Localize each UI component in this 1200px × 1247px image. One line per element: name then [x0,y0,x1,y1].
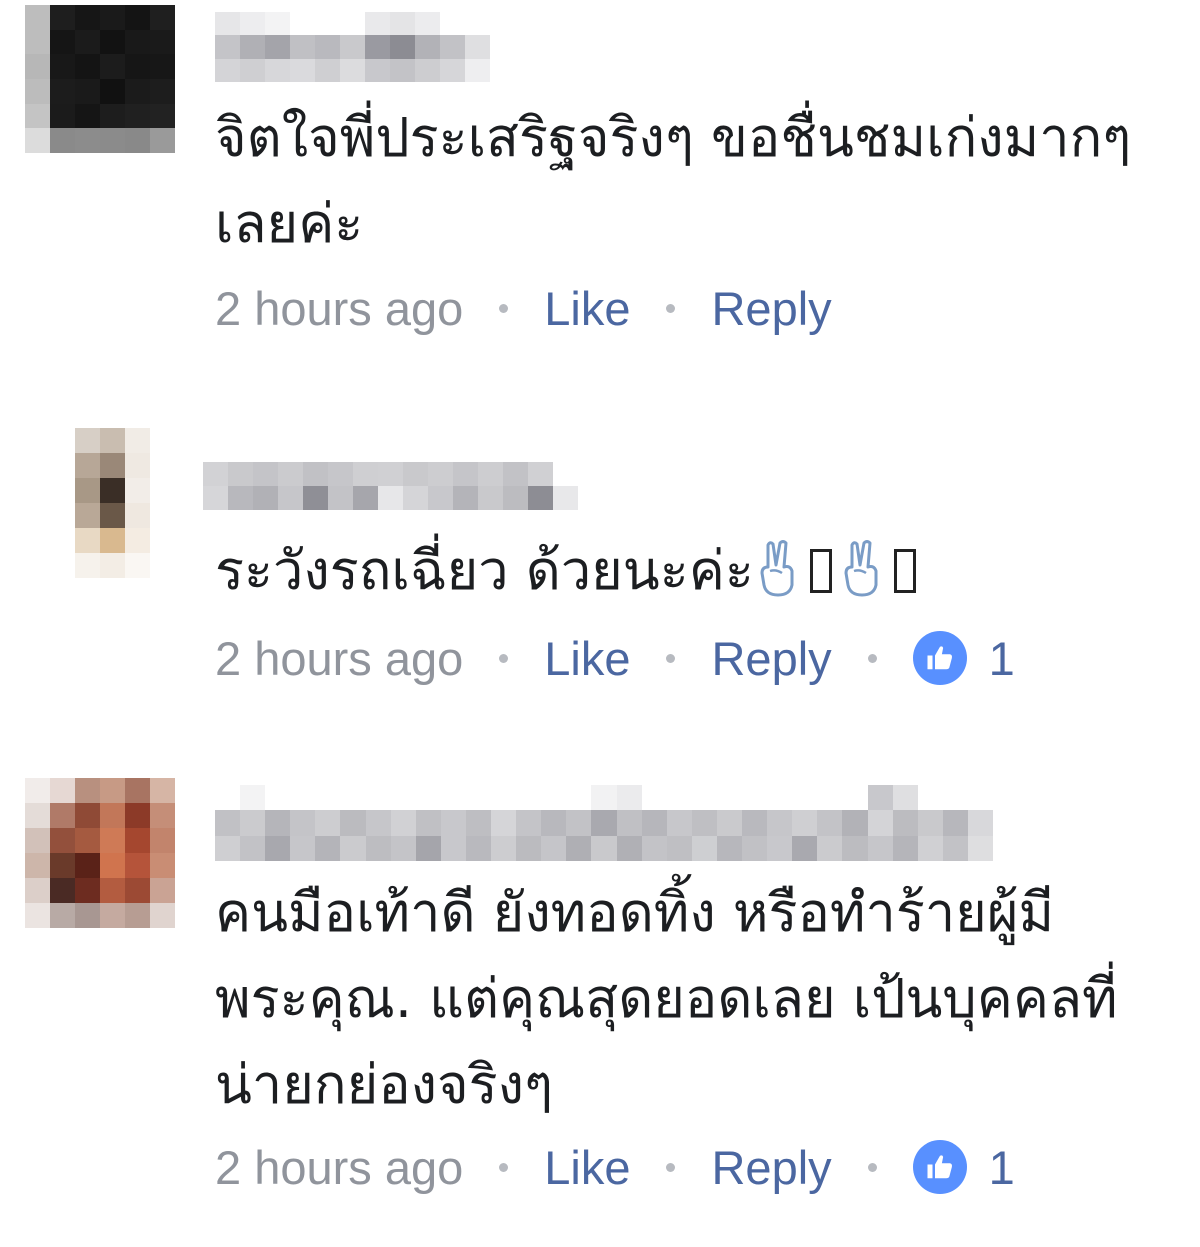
separator-dot [499,653,509,663]
reaction-count: 1 [988,631,1015,685]
separator-dot [499,303,509,313]
reply-link[interactable]: Reply [711,1140,831,1195]
separator-dot [666,1162,676,1172]
comment-text: ระวังรถเฉี่ยว ด้วยนะค่ะ [215,528,1165,614]
author-name-blurred[interactable] [203,462,578,510]
reaction-summary[interactable]: 1 [912,631,1015,686]
separator-dot [666,653,676,663]
comment-actions: 2 hours ago Like Reply 1 [215,628,1015,688]
reply-link[interactable]: Reply [711,281,831,336]
comment-text: จิตใจพี่ประเสริฐจริงๆ ขอชื่นชมเก่งมากๆ เ… [215,106,1149,255]
thumbs-up-icon [912,1140,967,1194]
victory-hand-icon [844,540,878,597]
avatar[interactable] [25,5,175,153]
reaction-count: 1 [988,1140,1015,1194]
timestamp[interactable]: 2 hours ago [215,281,463,336]
timestamp[interactable]: 2 hours ago [215,1140,463,1195]
comment-text: คนมือเท้าดี ยังทอดทิ้ง หรือทำร้ายผู้มีพร… [215,881,1118,1116]
separator-dot [867,653,877,663]
comment-text-body: ระวังรถเฉี่ยว ด้วยนะค่ะ [215,539,754,602]
avatar[interactable] [75,428,150,578]
comment-actions: 2 hours ago Like Reply [215,278,832,338]
victory-hand-icon [760,540,794,597]
like-link[interactable]: Like [544,1140,630,1195]
like-link[interactable]: Like [544,631,630,686]
missing-glyph-icon [809,549,832,593]
separator-dot [666,303,676,313]
reply-link[interactable]: Reply [711,631,831,686]
thumbs-up-icon [912,631,967,685]
timestamp[interactable]: 2 hours ago [215,631,463,686]
missing-glyph-icon [893,549,916,593]
avatar[interactable] [25,778,175,928]
reaction-summary[interactable]: 1 [912,1140,1015,1195]
separator-dot [499,1162,509,1172]
separator-dot [867,1162,877,1172]
comment-actions: 2 hours ago Like Reply 1 [215,1137,1015,1197]
like-link[interactable]: Like [544,281,630,336]
author-name-blurred[interactable] [215,785,993,861]
author-name-blurred[interactable] [215,12,490,82]
